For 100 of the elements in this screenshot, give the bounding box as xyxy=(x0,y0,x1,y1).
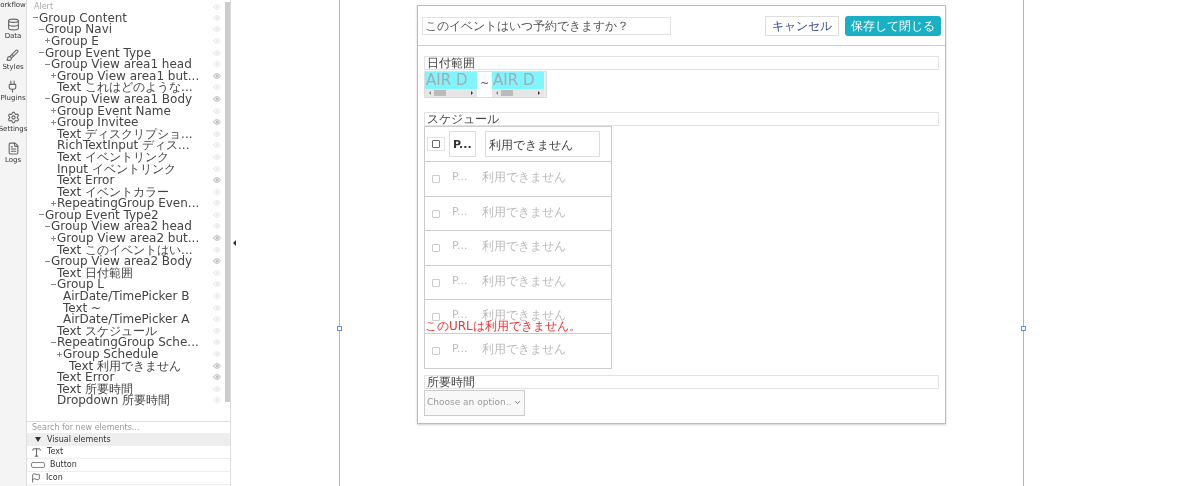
tree-item[interactable]: RepeatingGroup Even... xyxy=(57,197,200,210)
status-text: 利用できません xyxy=(484,131,600,157)
search-field[interactable]: Search for new elements... xyxy=(32,421,225,434)
tree-item[interactable]: Group Event Name xyxy=(57,104,171,117)
tree-item[interactable]: Text ~ xyxy=(63,301,102,314)
eye-icon[interactable] xyxy=(213,118,221,127)
minus-icon[interactable] xyxy=(39,50,44,56)
tree-item[interactable]: Group Navi xyxy=(45,23,113,36)
minus-icon[interactable] xyxy=(45,61,50,67)
eye-icon[interactable] xyxy=(213,292,221,301)
minus-icon[interactable] xyxy=(45,224,50,229)
eye-icon[interactable] xyxy=(213,60,221,69)
tree-item[interactable]: Text 所要時間 xyxy=(57,382,134,395)
element-item[interactable]: Button xyxy=(50,459,77,471)
eye-icon[interactable] xyxy=(213,361,221,370)
code-text: P... xyxy=(451,239,469,254)
eye-icon[interactable] xyxy=(213,152,221,161)
plus-icon[interactable] xyxy=(51,200,56,206)
eye-icon[interactable] xyxy=(213,129,221,138)
collapse-panel-icon[interactable] xyxy=(232,240,236,246)
tree-item[interactable]: Text イベントカラー xyxy=(57,185,170,198)
eye-icon[interactable] xyxy=(213,326,221,335)
minus-icon[interactable] xyxy=(33,15,38,21)
tree-item[interactable]: Group Content xyxy=(39,11,128,24)
eye-icon[interactable] xyxy=(213,384,221,393)
eye-icon[interactable] xyxy=(213,210,221,219)
text-icon xyxy=(31,446,42,458)
plus-icon[interactable] xyxy=(51,73,56,79)
eye-icon[interactable] xyxy=(213,187,221,196)
data-icon[interactable] xyxy=(6,18,20,31)
plus-icon[interactable] xyxy=(51,119,56,125)
tree-item[interactable]: AirDate/TimePicker A xyxy=(63,313,190,326)
tree-item[interactable]: Text 日付範囲 xyxy=(57,266,134,279)
tree-item[interactable]: Text 利用できません xyxy=(69,359,182,372)
minus-icon[interactable] xyxy=(51,281,56,287)
section-header[interactable]: Visual elements xyxy=(27,433,230,446)
minus-icon[interactable] xyxy=(51,339,56,345)
resize-handle[interactable] xyxy=(1021,326,1026,331)
tree-item[interactable]: Group View area2 head xyxy=(51,220,192,233)
tree-item[interactable]: RichTextInput ディス... xyxy=(57,139,190,152)
element-item[interactable]: Icon xyxy=(46,472,63,484)
tree-item[interactable]: Group Invitee xyxy=(57,116,139,129)
tree-item[interactable]: Input イベントリンク xyxy=(57,162,176,175)
eye-icon[interactable] xyxy=(213,315,221,324)
plus-icon[interactable] xyxy=(57,351,62,357)
eye-icon[interactable] xyxy=(213,141,221,150)
tree-item[interactable]: RepeatingGroup Sche... xyxy=(57,336,199,349)
styles-icon[interactable] xyxy=(6,49,20,62)
tree-item[interactable]: Text Error xyxy=(57,371,115,384)
eye-icon[interactable] xyxy=(213,94,221,103)
status-text: 利用できません xyxy=(481,204,568,219)
tree-item[interactable]: Text Error xyxy=(57,174,115,187)
eye-icon[interactable] xyxy=(213,245,221,254)
range-separator: ~ xyxy=(477,72,492,97)
tree-item[interactable]: Group View area1 head xyxy=(51,58,192,71)
eye-icon[interactable] xyxy=(213,176,221,185)
tree-item[interactable]: Text スケジュール xyxy=(57,324,158,337)
tree-item[interactable]: Text このイベントはい... xyxy=(57,243,193,256)
plus-icon[interactable] xyxy=(51,235,56,241)
scrollbar[interactable] xyxy=(225,2,230,402)
minus-icon[interactable] xyxy=(45,96,50,102)
resize-handle[interactable] xyxy=(337,326,342,331)
plus-icon[interactable] xyxy=(51,108,56,114)
tree-item[interactable]: Dropdown 所要時間 xyxy=(57,394,171,407)
eye-icon[interactable] xyxy=(213,13,221,22)
element-item[interactable]: Text xyxy=(47,446,64,458)
section-label: 日付範囲 xyxy=(424,56,939,70)
tree-item[interactable]: Group View area2 but... xyxy=(57,232,200,245)
tree-item[interactable]: Group View area2 Body xyxy=(51,255,193,268)
status-text: 利用できません xyxy=(481,170,568,185)
tree-item[interactable]: Group Schedule xyxy=(63,348,159,360)
code-text: P... xyxy=(451,342,469,357)
eye-icon[interactable] xyxy=(213,234,221,243)
status-text: 利用できません xyxy=(481,239,568,254)
eye-icon[interactable] xyxy=(213,199,221,208)
minus-icon[interactable] xyxy=(39,212,44,218)
section-label: 所要時間 xyxy=(424,374,939,389)
button-icon xyxy=(31,462,45,468)
tree-item[interactable]: Group Event Type xyxy=(45,46,152,59)
settings-icon[interactable] xyxy=(6,111,20,124)
code-text: P... xyxy=(451,170,469,185)
tree-item[interactable]: Group L xyxy=(57,278,105,291)
tree-item[interactable]: Text これはどのような... xyxy=(57,81,193,94)
checkbox[interactable] xyxy=(432,140,440,148)
eye-icon[interactable] xyxy=(213,257,221,266)
eye-icon[interactable] xyxy=(213,268,221,277)
flag-icon xyxy=(31,473,41,483)
minus-icon[interactable] xyxy=(39,26,44,32)
tree-item[interactable]: Group View area1 but... xyxy=(57,69,200,82)
tree-item[interactable]: Group E xyxy=(51,35,99,47)
tree-item[interactable]: AirDate/TimePicker B xyxy=(63,290,190,303)
tree-item[interactable]: Text ディスクリプショ... xyxy=(57,127,193,140)
cancel-button[interactable]: キャンセル xyxy=(765,15,839,36)
plus-icon[interactable] xyxy=(45,38,50,44)
logs-icon[interactable] xyxy=(6,142,20,155)
question-text: このイベントはいつ予約できますか？ xyxy=(422,16,671,35)
minus-icon[interactable] xyxy=(45,258,50,264)
eye-icon[interactable] xyxy=(213,373,221,382)
eye-icon[interactable] xyxy=(213,71,221,80)
tree-item[interactable]: Group View area1 Body xyxy=(51,92,193,105)
